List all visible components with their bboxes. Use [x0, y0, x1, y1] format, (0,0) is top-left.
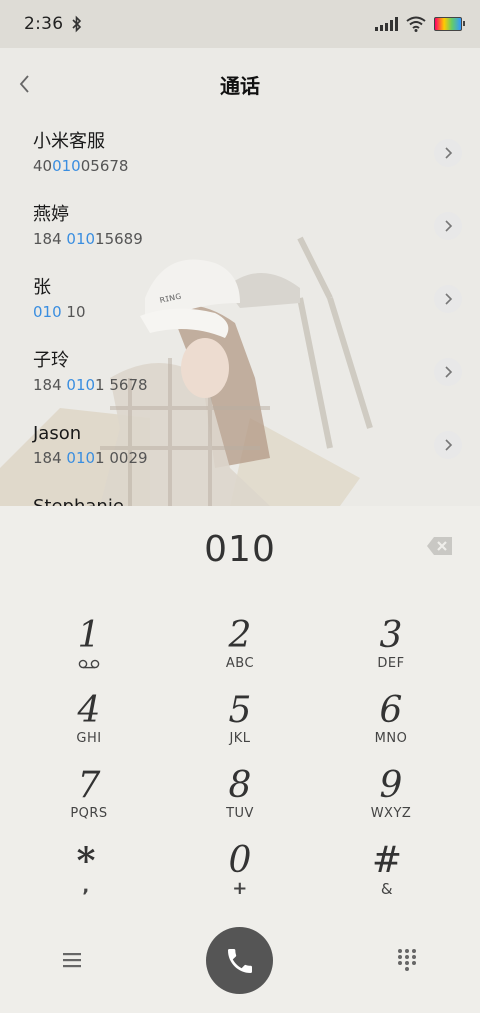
- chevron-right-icon: [445, 439, 453, 451]
- key-9[interactable]: 9 WXYZ: [331, 766, 451, 836]
- bluetooth-icon: [72, 15, 82, 33]
- phone-icon: [227, 948, 252, 973]
- match-highlight: 010: [52, 157, 81, 175]
- key-2[interactable]: 2 ABC: [180, 616, 300, 686]
- dialed-number[interactable]: 010: [204, 529, 276, 570]
- menu-icon[interactable]: [60, 949, 86, 971]
- key-star[interactable]: * ,: [26, 841, 146, 911]
- contact-name: 张: [33, 277, 51, 298]
- key-4[interactable]: 4 GHI: [29, 691, 149, 761]
- bottom-action-bar: [0, 913, 480, 1013]
- page-title: 通话: [220, 73, 260, 98]
- key-3[interactable]: 3 DEF: [331, 616, 451, 686]
- chevron-right-icon: [445, 147, 453, 159]
- signal-icon: [375, 17, 398, 31]
- list-item[interactable]: 张 010 10: [0, 268, 480, 341]
- contact-detail-button[interactable]: [434, 212, 462, 240]
- list-item[interactable]: 小米客服 4001005678: [0, 122, 480, 195]
- contact-number: 010 10: [33, 303, 86, 321]
- dialpad-icon[interactable]: [396, 947, 418, 973]
- voicemail-icon: [78, 659, 100, 669]
- wifi-icon: [406, 16, 426, 32]
- key-1[interactable]: 1: [29, 616, 149, 686]
- top-app-bar: 通话: [0, 48, 480, 120]
- match-highlight: 010: [33, 303, 62, 321]
- list-item[interactable]: Jason 184 0101 0029: [0, 414, 480, 487]
- contact-detail-button[interactable]: [434, 285, 462, 313]
- contact-detail-button[interactable]: [434, 139, 462, 167]
- call-button[interactable]: [206, 927, 273, 994]
- contact-name: Stephanie: [33, 495, 480, 506]
- battery-icon: [434, 17, 465, 31]
- match-highlight: 010: [66, 230, 96, 248]
- chevron-right-icon: [445, 220, 453, 232]
- contact-name: 燕婷: [33, 204, 69, 225]
- list-item[interactable]: 子玲 184 0101 5678: [0, 341, 480, 414]
- contact-name: 子玲: [33, 350, 69, 371]
- contact-name: 小米客服: [33, 131, 105, 152]
- status-time: 2:36: [24, 14, 64, 34]
- contact-number: 4001005678: [33, 157, 129, 175]
- contact-number: 184 0101 5678: [33, 376, 148, 394]
- match-highlight: 010: [66, 376, 96, 394]
- back-button[interactable]: [10, 70, 38, 98]
- contact-detail-button[interactable]: [434, 358, 462, 386]
- chevron-right-icon: [445, 293, 453, 305]
- contact-detail-button[interactable]: [434, 431, 462, 459]
- status-bar: 2:36: [0, 0, 480, 48]
- contact-results-list[interactable]: 小米客服 4001005678 燕婷 184 01015689 张 010 10…: [0, 122, 480, 506]
- key-5[interactable]: 5 JKL: [180, 691, 300, 761]
- match-highlight: 010: [66, 449, 96, 467]
- contact-number: 184 01015689: [33, 230, 143, 248]
- contact-number: 184 0101 0029: [33, 449, 148, 467]
- key-8[interactable]: 8 TUV: [180, 766, 300, 836]
- key-hash[interactable]: # &: [327, 841, 447, 911]
- key-6[interactable]: 6 MNO: [331, 691, 451, 761]
- dial-display: 010: [0, 506, 480, 592]
- backspace-icon[interactable]: [426, 535, 454, 557]
- key-0[interactable]: 0 +: [180, 841, 300, 911]
- key-7[interactable]: 7 PQRS: [29, 766, 149, 836]
- contact-name: Jason: [33, 423, 82, 444]
- list-item[interactable]: 燕婷 184 01015689: [0, 195, 480, 268]
- chevron-right-icon: [445, 366, 453, 378]
- list-item[interactable]: Stephanie: [0, 487, 480, 506]
- chevron-left-icon: [19, 75, 29, 93]
